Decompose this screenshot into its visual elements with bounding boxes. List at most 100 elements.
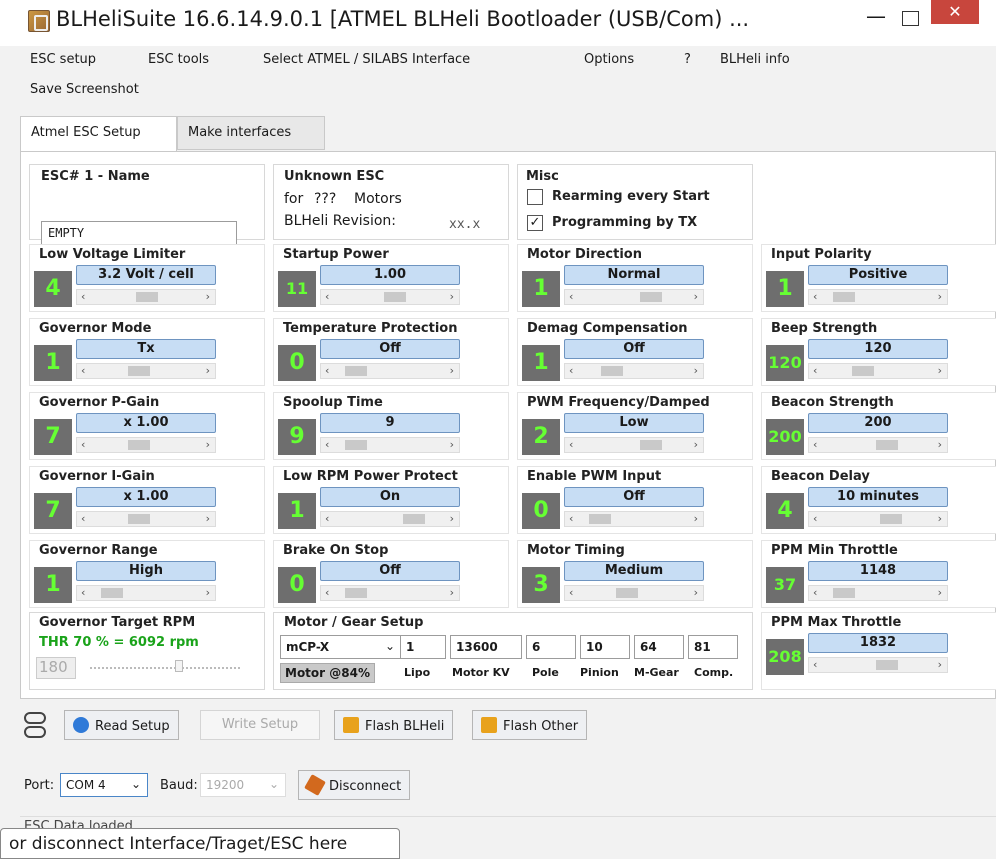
chevron-right-icon[interactable]: ›	[938, 290, 942, 303]
beep-strength-slider[interactable]: ‹ ›	[808, 363, 948, 379]
chevron-right-icon[interactable]: ›	[206, 586, 210, 599]
enable-pwm-input-slider[interactable]: ‹ ›	[564, 511, 704, 527]
beacon-strength-slider-thumb[interactable]	[876, 440, 898, 450]
startup-power-slider-thumb[interactable]	[384, 292, 406, 302]
input-polarity-slider[interactable]: ‹ ›	[808, 289, 948, 305]
pwm-frequency-damped-slider-thumb[interactable]	[640, 440, 662, 450]
chevron-right-icon[interactable]: ›	[938, 586, 942, 599]
flash-other-button[interactable]: Flash Other	[472, 710, 588, 740]
governor-target-slider[interactable]	[90, 667, 240, 669]
governor-mode-slider-thumb[interactable]	[128, 366, 150, 376]
motor-direction-slider[interactable]: ‹ ›	[564, 289, 704, 305]
maximize-button[interactable]	[896, 8, 924, 30]
chevron-right-icon[interactable]: ›	[206, 512, 210, 525]
low-voltage-limiter-slider-thumb[interactable]	[136, 292, 158, 302]
low-rpm-power-protect-slider[interactable]: ‹ ›	[320, 511, 460, 527]
motor-kv-input[interactable]: 13600	[450, 635, 522, 659]
temperature-protection-slider-thumb[interactable]	[345, 366, 367, 376]
pinion-input[interactable]: 10	[580, 635, 630, 659]
motor-timing-slider-thumb[interactable]	[616, 588, 638, 598]
chevron-left-icon[interactable]: ‹	[81, 438, 85, 451]
menu-esc-tools[interactable]: ESC tools	[148, 52, 209, 67]
chevron-left-icon[interactable]: ‹	[813, 512, 817, 525]
pole-input[interactable]: 6	[526, 635, 576, 659]
chevron-right-icon[interactable]: ›	[694, 364, 698, 377]
low-rpm-power-protect-slider-thumb[interactable]	[403, 514, 425, 524]
chevron-left-icon[interactable]: ‹	[81, 586, 85, 599]
governor-i-gain-slider[interactable]: ‹ ›	[76, 511, 216, 527]
chevron-right-icon[interactable]: ›	[206, 438, 210, 451]
chevron-left-icon[interactable]: ‹	[325, 438, 329, 451]
write-setup-button[interactable]: Write Setup	[200, 710, 320, 740]
tab-make-interfaces[interactable]: Make interfaces	[177, 116, 325, 150]
m-gear-input[interactable]: 64	[634, 635, 684, 659]
governor-i-gain-slider-thumb[interactable]	[128, 514, 150, 524]
disconnect-button[interactable]: Disconnect	[298, 770, 411, 800]
menu-esc-setup[interactable]: ESC setup	[30, 52, 96, 67]
comp-input[interactable]: 81	[688, 635, 738, 659]
beep-strength-slider-thumb[interactable]	[852, 366, 874, 376]
spoolup-time-slider[interactable]: ‹ ›	[320, 437, 460, 453]
chevron-left-icon[interactable]: ‹	[569, 438, 573, 451]
chevron-left-icon[interactable]: ‹	[325, 586, 329, 599]
chevron-right-icon[interactable]: ›	[450, 512, 454, 525]
menu-select-interface[interactable]: Select ATMEL / SILABS Interface	[263, 52, 470, 67]
tab-atmel-esc-setup[interactable]: Atmel ESC Setup	[20, 116, 177, 152]
brake-on-stop-slider[interactable]: ‹ ›	[320, 585, 460, 601]
chevron-left-icon[interactable]: ‹	[81, 290, 85, 303]
chevron-left-icon[interactable]: ‹	[569, 290, 573, 303]
rearming-checkbox[interactable]	[527, 189, 543, 205]
baud-select[interactable]: 19200 ⌄	[200, 773, 286, 797]
chevron-left-icon[interactable]: ‹	[813, 364, 817, 377]
chevron-right-icon[interactable]: ›	[206, 364, 210, 377]
close-button[interactable]: ✕	[931, 0, 979, 24]
chevron-left-icon[interactable]: ‹	[325, 364, 329, 377]
chevron-right-icon[interactable]: ›	[450, 290, 454, 303]
temperature-protection-slider[interactable]: ‹ ›	[320, 363, 460, 379]
chevron-left-icon[interactable]: ‹	[325, 290, 329, 303]
chevron-right-icon[interactable]: ›	[450, 438, 454, 451]
lipo-input[interactable]: 1	[400, 635, 446, 659]
menu-save-screenshot[interactable]: Save Screenshot	[30, 82, 139, 97]
chevron-left-icon[interactable]: ‹	[813, 658, 817, 671]
governor-target-slider-thumb[interactable]	[175, 660, 183, 672]
chevron-right-icon[interactable]: ›	[450, 586, 454, 599]
menu-help[interactable]: ?	[684, 52, 691, 67]
chevron-right-icon[interactable]: ›	[694, 438, 698, 451]
beacon-delay-slider[interactable]: ‹ ›	[808, 511, 948, 527]
governor-mode-slider[interactable]: ‹ ›	[76, 363, 216, 379]
brake-on-stop-slider-thumb[interactable]	[345, 588, 367, 598]
governor-range-slider[interactable]: ‹ ›	[76, 585, 216, 601]
chevron-right-icon[interactable]: ›	[694, 512, 698, 525]
flash-blheli-button[interactable]: Flash BLHeli	[334, 710, 454, 740]
chevron-left-icon[interactable]: ‹	[813, 438, 817, 451]
chevron-left-icon[interactable]: ‹	[569, 586, 573, 599]
motor-model-select[interactable]: mCP-X ⌄	[280, 635, 402, 659]
ppm-min-throttle-slider[interactable]: ‹ ›	[808, 585, 948, 601]
beacon-delay-slider-thumb[interactable]	[880, 514, 902, 524]
chevron-right-icon[interactable]: ›	[206, 290, 210, 303]
pwm-frequency-damped-slider[interactable]: ‹ ›	[564, 437, 704, 453]
ppm-min-throttle-slider-thumb[interactable]	[833, 588, 855, 598]
ppm-max-throttle-slider-thumb[interactable]	[876, 660, 898, 670]
spoolup-time-slider-thumb[interactable]	[345, 440, 367, 450]
chevron-left-icon[interactable]: ‹	[813, 586, 817, 599]
menu-options[interactable]: Options	[584, 52, 634, 67]
read-setup-button[interactable]: Read Setup	[64, 710, 179, 740]
ppm-max-throttle-slider[interactable]: ‹ ›	[808, 657, 948, 673]
motor-timing-slider[interactable]: ‹ ›	[564, 585, 704, 601]
esc-name-input[interactable]: EMPTY	[41, 221, 237, 245]
chevron-left-icon[interactable]: ‹	[81, 364, 85, 377]
startup-power-slider[interactable]: ‹ ›	[320, 289, 460, 305]
chevron-left-icon[interactable]: ‹	[81, 512, 85, 525]
demag-compensation-slider[interactable]: ‹ ›	[564, 363, 704, 379]
beacon-strength-slider[interactable]: ‹ ›	[808, 437, 948, 453]
chevron-left-icon[interactable]: ‹	[813, 290, 817, 303]
chevron-right-icon[interactable]: ›	[938, 364, 942, 377]
chevron-right-icon[interactable]: ›	[938, 658, 942, 671]
enable-pwm-input-slider-thumb[interactable]	[589, 514, 611, 524]
demag-compensation-slider-thumb[interactable]	[601, 366, 623, 376]
governor-p-gain-slider[interactable]: ‹ ›	[76, 437, 216, 453]
chevron-right-icon[interactable]: ›	[450, 364, 454, 377]
low-voltage-limiter-slider[interactable]: ‹ ›	[76, 289, 216, 305]
